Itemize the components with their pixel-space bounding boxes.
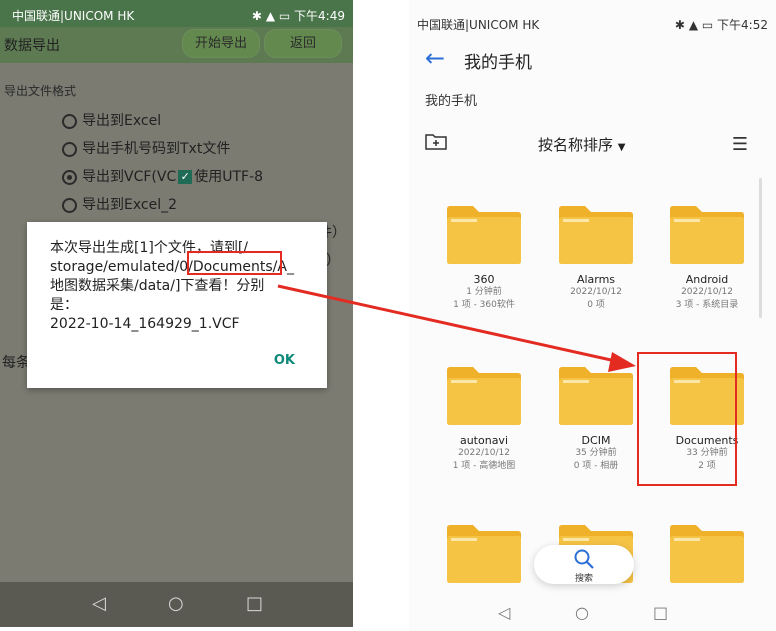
- annotation-arrow: [277, 284, 636, 372]
